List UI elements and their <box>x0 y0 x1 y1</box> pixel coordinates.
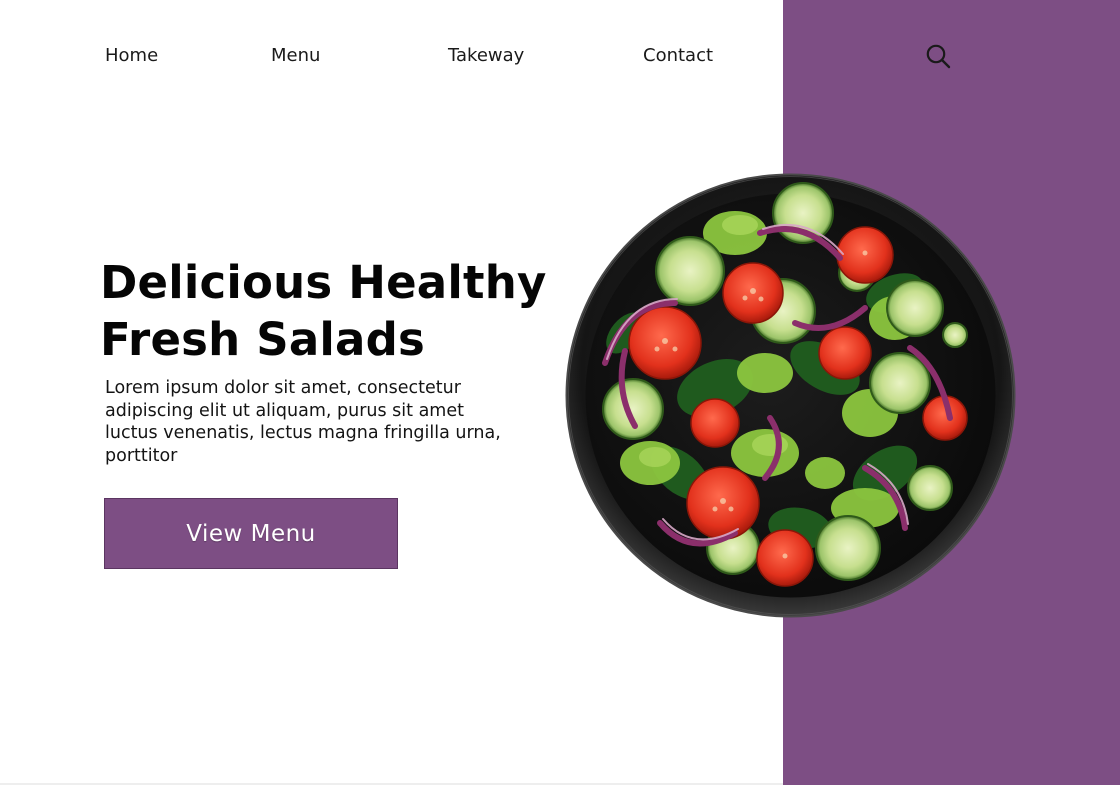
hero-title: Delicious Healthy Fresh Salads <box>100 254 546 368</box>
view-menu-button[interactable]: View Menu <box>104 498 398 569</box>
search-icon <box>926 44 951 69</box>
nav-link-home[interactable]: Home <box>105 44 158 68</box>
hero-description: Lorem ipsum dolor sit amet, consectetur … <box>105 378 501 466</box>
hero-title-line-2: Fresh Salads <box>100 313 426 366</box>
nav-link-takeway[interactable]: Takeway <box>448 44 524 68</box>
search-button[interactable] <box>922 41 954 73</box>
salad-bowl-image <box>565 173 1016 618</box>
nav-link-menu[interactable]: Menu <box>271 44 320 68</box>
nav-link-contact[interactable]: Contact <box>643 44 713 68</box>
hero-title-line-1: Delicious Healthy <box>100 256 547 309</box>
